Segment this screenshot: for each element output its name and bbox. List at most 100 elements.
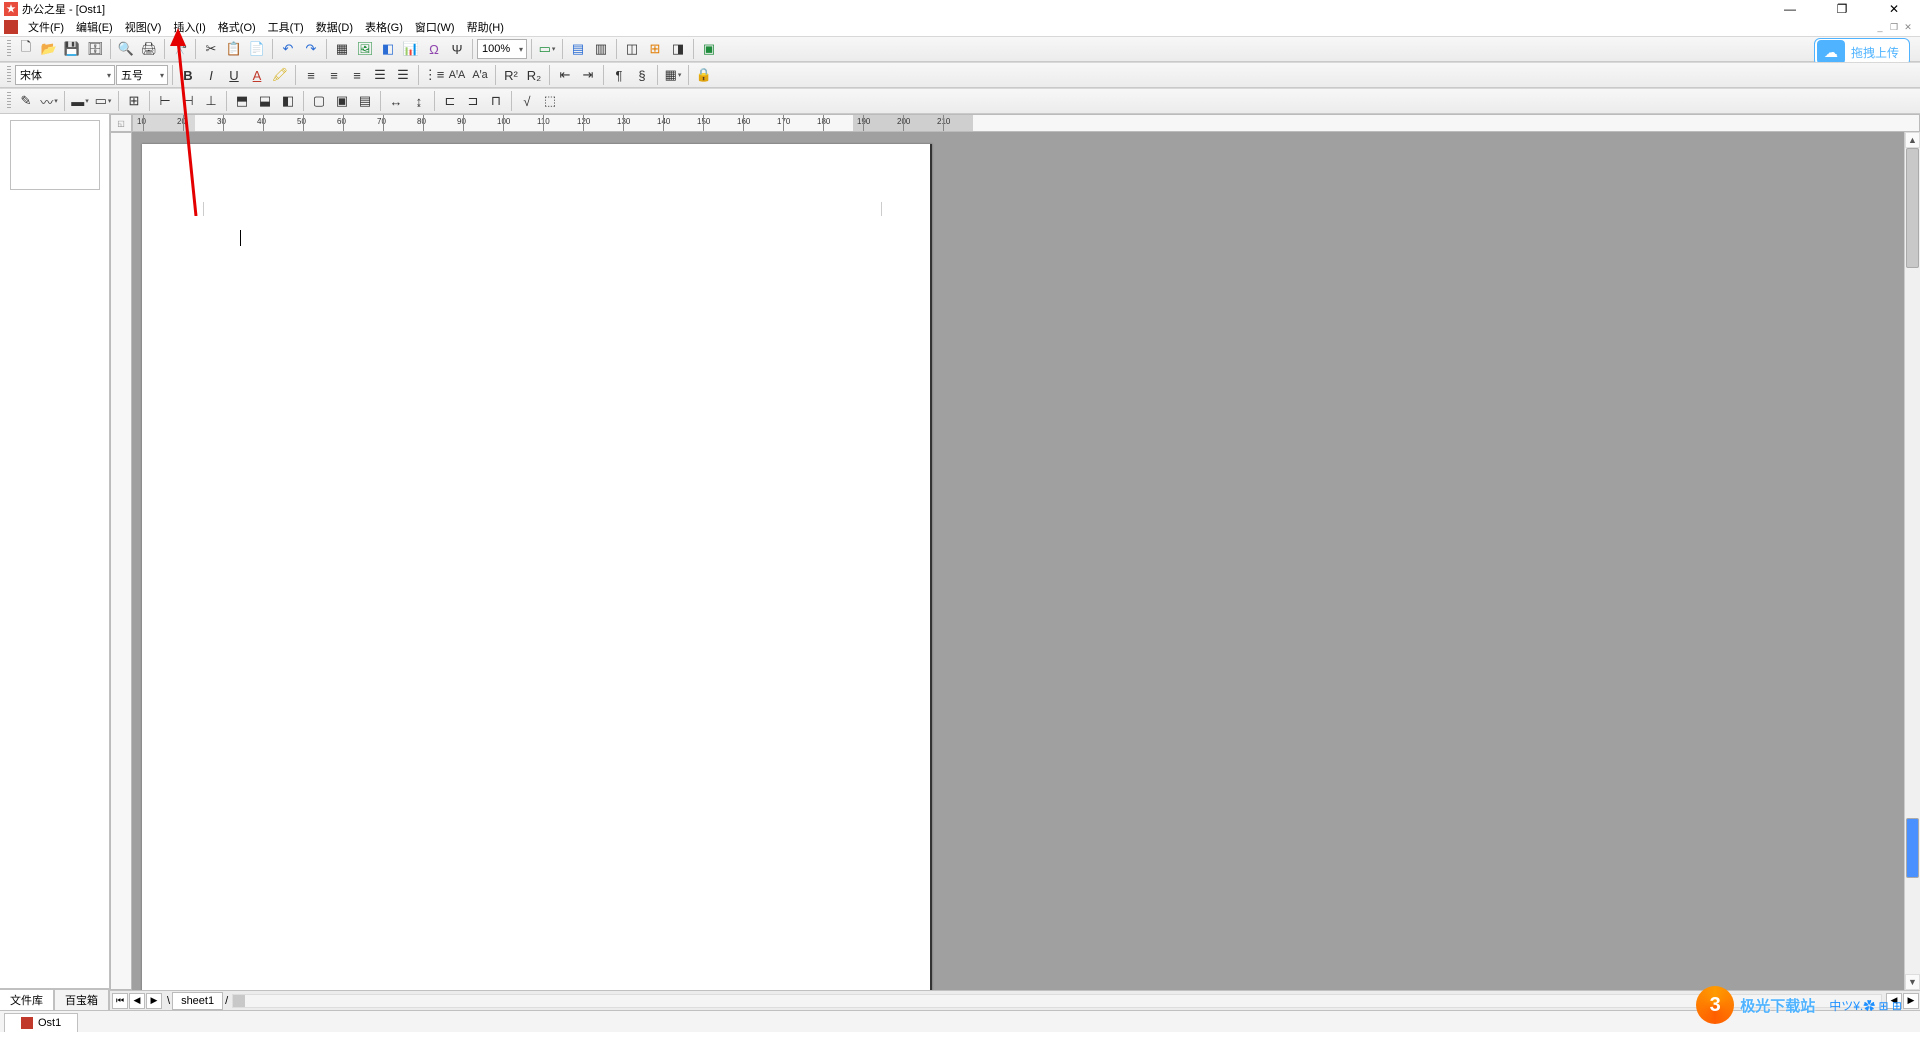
insert-chart-button[interactable]: 📊 — [400, 38, 422, 60]
sheet-nav-prev[interactable]: ◀ — [129, 993, 145, 1009]
list-button[interactable]: ⋮≡ — [423, 64, 445, 86]
vertical-ruler[interactable] — [110, 132, 132, 990]
new-doc-button[interactable]: 🗋 — [15, 38, 37, 60]
align-t3-button[interactable]: ◧ — [277, 90, 299, 112]
paste-button[interactable]: 📄 — [246, 38, 268, 60]
arr1-button[interactable]: ⊏ — [439, 90, 461, 112]
scroll-thumb-blue[interactable] — [1906, 818, 1919, 878]
layout-c-button[interactable]: ▤ — [354, 90, 376, 112]
undo-button[interactable]: ↶ — [277, 38, 299, 60]
page-thumbnail[interactable] — [10, 120, 100, 190]
copy-button[interactable]: 📋 — [223, 38, 245, 60]
indent-dec-button[interactable]: ⇤ — [554, 64, 576, 86]
print-button[interactable]: 🖨 — [138, 38, 160, 60]
ruler-corner[interactable]: ◱ — [110, 114, 132, 132]
tab-file-lib[interactable]: 文件库 — [0, 989, 54, 1010]
window1-button[interactable]: ◫ — [621, 38, 643, 60]
close-button[interactable]: ✕ — [1868, 0, 1920, 18]
h-scroll-track[interactable] — [232, 994, 1882, 1008]
insert-clip-button[interactable]: Ω — [423, 38, 445, 60]
brush-button[interactable]: 〰 — [38, 90, 60, 112]
document-page[interactable] — [142, 144, 932, 990]
uppercase-button[interactable]: AꞋA — [446, 64, 468, 86]
doc-close-icon[interactable]: ✕ — [1902, 21, 1914, 33]
lock-button[interactable]: 🔒 — [693, 64, 715, 86]
menu-table[interactable]: 表格(G) — [359, 17, 409, 37]
menu-help[interactable]: 帮助(H) — [461, 17, 510, 37]
print-preview-button[interactable]: 🔍 — [115, 38, 137, 60]
subscript-button[interactable]: R₂ — [523, 64, 545, 86]
minimize-button[interactable]: — — [1764, 0, 1816, 18]
insert-object-button[interactable]: ◧ — [377, 38, 399, 60]
arr2-button[interactable]: ⊐ — [462, 90, 484, 112]
snap3-button[interactable]: ⊥ — [200, 90, 222, 112]
slide-button[interactable]: ▭ — [536, 38, 558, 60]
border-button[interactable]: ▦ — [662, 64, 684, 86]
insert-formula-button[interactable]: Ψ — [446, 38, 468, 60]
distribute-button[interactable]: ☰ — [392, 64, 414, 86]
pen-button[interactable]: ✎ — [15, 90, 37, 112]
vertical-scrollbar[interactable]: ▲ ▼ — [1904, 132, 1920, 990]
h-scroll-thumb[interactable] — [233, 995, 245, 1007]
align-left-button[interactable]: ≡ — [300, 64, 322, 86]
window2-button[interactable]: ⊞ — [644, 38, 666, 60]
grip-icon[interactable] — [7, 92, 11, 110]
zoom-combo[interactable]: 100% — [477, 39, 527, 59]
border-color-button[interactable]: ▭ — [92, 90, 114, 112]
arr3-button[interactable]: ⊓ — [485, 90, 507, 112]
horizontal-ruler[interactable]: 1020304050607080901001101201301401501601… — [132, 114, 1920, 132]
lowercase-button[interactable]: Aꞌa — [469, 64, 491, 86]
root-button[interactable]: √ — [516, 90, 538, 112]
open-button[interactable]: 📂 — [38, 38, 60, 60]
cut-button[interactable]: ✂ — [200, 38, 222, 60]
find-button[interactable]: 🔭 — [169, 38, 191, 60]
font-combo[interactable]: 宋体 — [15, 65, 115, 85]
window3-button[interactable]: ◨ — [667, 38, 689, 60]
menu-tools[interactable]: 工具(T) — [262, 17, 310, 37]
save-all-button[interactable]: 🗄 — [84, 38, 106, 60]
justify-button[interactable]: ☰ — [369, 64, 391, 86]
superscript-button[interactable]: R² — [500, 64, 522, 86]
para1-button[interactable]: ¶ — [608, 64, 630, 86]
menu-data[interactable]: 数据(D) — [310, 17, 359, 37]
layout-a-button[interactable]: ▢ — [308, 90, 330, 112]
sheet-nav-right[interactable]: ▶ — [1903, 993, 1919, 1009]
help-toolbar-button[interactable]: ▣ — [698, 38, 720, 60]
para2-button[interactable]: § — [631, 64, 653, 86]
scroll-thumb[interactable] — [1906, 148, 1919, 268]
sheet-nav-next[interactable]: ▶ — [146, 993, 162, 1009]
scroll-up-icon[interactable]: ▲ — [1905, 132, 1920, 148]
scroll-down-icon[interactable]: ▼ — [1905, 974, 1920, 990]
maximize-button[interactable]: ❐ — [1816, 0, 1868, 18]
align-t2-button[interactable]: ⬓ — [254, 90, 276, 112]
font-color-button[interactable]: A — [246, 64, 268, 86]
align-right-button[interactable]: ≡ — [346, 64, 368, 86]
canvas-background[interactable]: ▲ ▼ — [132, 132, 1920, 990]
bold-button[interactable]: B — [177, 64, 199, 86]
indent-inc-button[interactable]: ⇥ — [577, 64, 599, 86]
menu-file[interactable]: 文件(F) — [22, 17, 70, 37]
snap1-button[interactable]: ⊢ — [154, 90, 176, 112]
grip-icon[interactable] — [7, 40, 11, 58]
group-button[interactable]: ⊞ — [123, 90, 145, 112]
save-button[interactable]: 💾 — [61, 38, 83, 60]
highlight-button[interactable]: 🖍 — [269, 64, 291, 86]
align-t1-button[interactable]: ⬒ — [231, 90, 253, 112]
italic-button[interactable]: I — [200, 64, 222, 86]
snap2-button[interactable]: ⊣ — [177, 90, 199, 112]
dist-h-button[interactable]: ↔ — [385, 90, 407, 112]
dist-v-button[interactable]: ↨ — [408, 90, 430, 112]
insert-image-button[interactable]: 🖼 — [354, 38, 376, 60]
align-center-button[interactable]: ≡ — [323, 64, 345, 86]
menu-insert[interactable]: 插入(I) — [167, 17, 211, 37]
menu-format[interactable]: 格式(O) — [212, 17, 262, 37]
doc-min-icon[interactable]: _ — [1874, 21, 1886, 33]
select-button[interactable]: ⬚ — [539, 90, 561, 112]
insert-table-button[interactable]: ▦ — [331, 38, 353, 60]
underline-button[interactable]: U — [223, 64, 245, 86]
sheet-nav-first[interactable]: ⏮ — [112, 993, 128, 1009]
menu-edit[interactable]: 编辑(E) — [70, 17, 119, 37]
menu-window[interactable]: 窗口(W) — [409, 17, 461, 37]
layout1-button[interactable]: ▤ — [567, 38, 589, 60]
doc-restore-icon[interactable]: ❐ — [1888, 21, 1900, 33]
